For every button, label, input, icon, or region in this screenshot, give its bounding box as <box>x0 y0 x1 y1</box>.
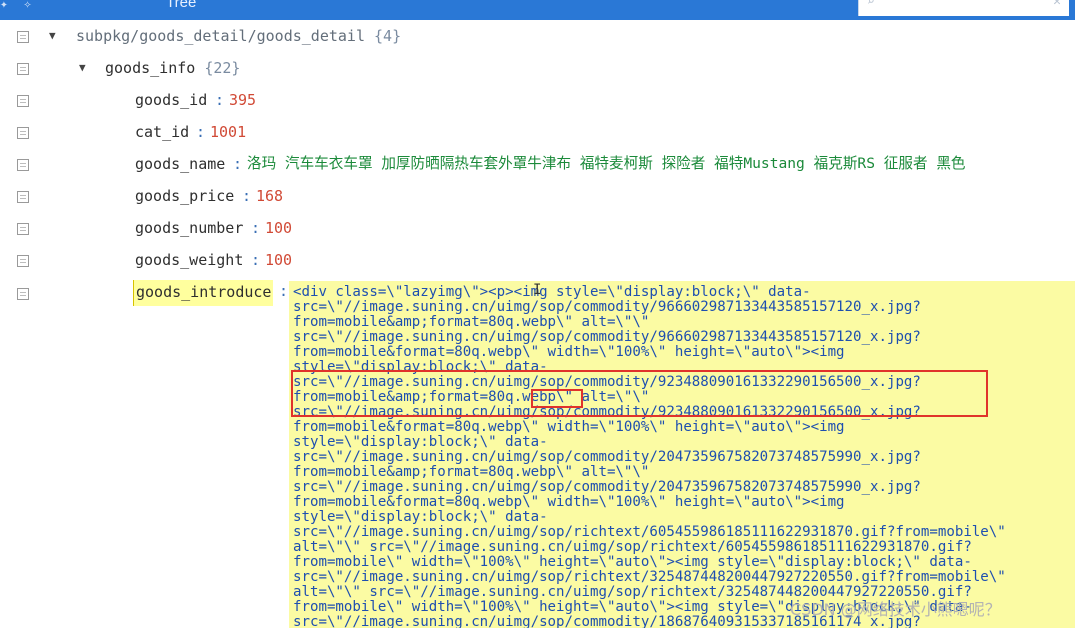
tree-row-cat-id[interactable]: cat_id : 1001 <box>0 119 1075 145</box>
field-colon: : <box>233 155 243 173</box>
field-colon: : <box>251 219 261 237</box>
tree-row-goods-id[interactable]: goods_id : 395 <box>0 87 1075 113</box>
field-key: goods_price <box>135 187 235 205</box>
field-key: goods_number <box>135 219 244 237</box>
row-checkbox[interactable] <box>17 127 29 139</box>
field-colon: : <box>251 251 261 269</box>
field-value: 100 <box>265 219 293 237</box>
toolbar: ✦ ✧ Tree ⌕ ✕ <box>0 0 1075 20</box>
field-key: goods_name <box>135 155 226 173</box>
tree-row-goods-price[interactable]: goods_price : 168 <box>0 183 1075 209</box>
tree-row-goods-introduce[interactable] <box>0 279 40 305</box>
field-value: 1001 <box>210 123 247 141</box>
highlight-annotation <box>291 370 988 417</box>
row-checkbox[interactable] <box>17 63 29 75</box>
tree-row-goods-info[interactable]: ▼ goods_info {22} <box>0 55 1075 81</box>
node-path: subpkg/goods_detail/goods_detail <box>76 27 365 45</box>
tree-row-goods-number[interactable]: goods_number : 100 <box>0 215 1075 241</box>
row-checkbox[interactable] <box>17 255 29 267</box>
tab-tree[interactable]: Tree <box>166 0 196 11</box>
row-checkbox[interactable] <box>17 288 29 300</box>
goods-introduce-value: <div class=\"lazyimg\"><p><img style=\"d… <box>293 284 1006 628</box>
close-icon[interactable]: ✕ <box>1053 0 1061 9</box>
goods-introduce-editor[interactable]: <div class=\"lazyimg\"><p><img style=\"d… <box>289 281 1075 628</box>
field-value: 洛玛 汽车车衣车罩 加厚防晒隔热车套外罩牛津布 福特麦柯斯 探险者 福特Must… <box>247 155 966 172</box>
field-colon: : <box>279 282 289 300</box>
tree-row-root[interactable]: ▼ subpkg/goods_detail/goods_detail {4} <box>0 23 1075 49</box>
row-checkbox[interactable] <box>17 223 29 235</box>
field-value: 395 <box>229 91 257 109</box>
field-colon: : <box>242 187 252 205</box>
field-value: 100 <box>265 251 293 269</box>
tree-row-goods-weight[interactable]: goods_weight : 100 <box>0 247 1075 273</box>
highlight-webp-annotation <box>531 389 583 408</box>
node-key: goods_info <box>105 59 196 77</box>
field-key: goods_weight <box>135 251 244 269</box>
toolbar-icons[interactable]: ✦ ✧ <box>0 0 52 14</box>
field-key: cat_id <box>135 123 190 141</box>
field-colon: : <box>215 91 225 109</box>
node-count: {4} <box>374 27 402 45</box>
collapse-caret-icon[interactable]: ▼ <box>79 55 86 81</box>
row-checkbox[interactable] <box>17 31 29 43</box>
watermark: CSDN @网络技术小熊嗯呢？ <box>790 600 1001 619</box>
row-checkbox[interactable] <box>17 159 29 171</box>
field-value: 168 <box>256 187 284 205</box>
search-icon: ⌕ <box>867 0 875 9</box>
search-input[interactable]: ⌕ ✕ <box>858 0 1069 16</box>
row-checkbox[interactable] <box>17 95 29 107</box>
field-colon: : <box>196 123 206 141</box>
text-cursor-icon: I <box>533 282 542 298</box>
node-count: {22} <box>204 59 241 77</box>
field-key: goods_id <box>135 91 208 109</box>
row-checkbox[interactable] <box>17 191 29 203</box>
tree-row-goods-name[interactable]: goods_name : 洛玛 汽车车衣车罩 加厚防晒隔热车套外罩牛津布 福特麦… <box>0 151 1075 177</box>
field-key-goods-introduce[interactable]: goods_introduce <box>133 280 274 306</box>
collapse-caret-icon[interactable]: ▼ <box>49 23 56 49</box>
